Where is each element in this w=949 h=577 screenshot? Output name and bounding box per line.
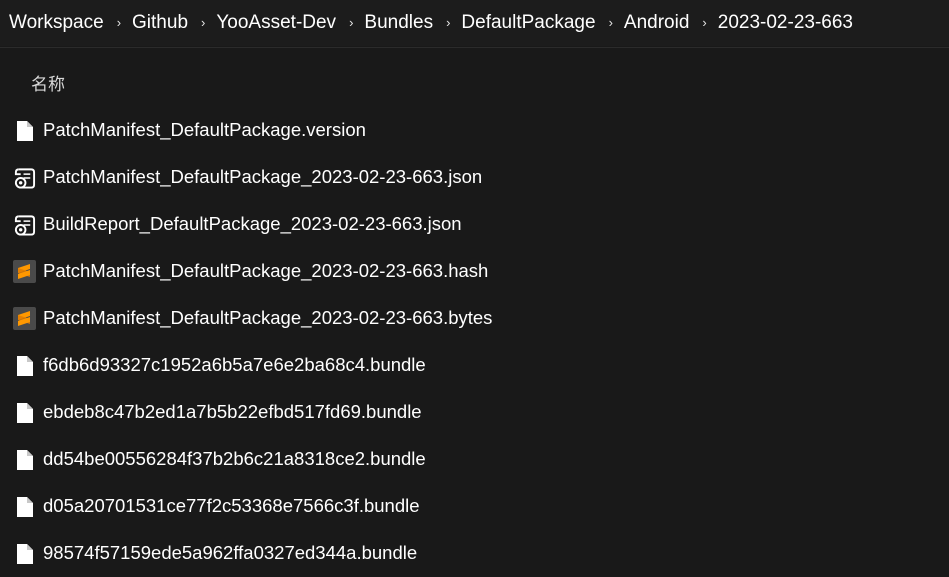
file-name: BuildReport_DefaultPackage_2023-02-23-66… — [43, 213, 462, 234]
file-name: PatchManifest_DefaultPackage_2023-02-23-… — [43, 166, 483, 187]
header-divider — [0, 47, 949, 48]
file-name: dd54be00556284f37b2b6c21a8318ce2.bundle — [43, 448, 426, 469]
column-header-name[interactable]: 名称 — [31, 70, 65, 95]
breadcrumb-bundles[interactable]: Bundles — [364, 12, 433, 34]
script-file-icon — [13, 166, 36, 189]
file-name: 98574f57159ede5a962ffa0327ed344a.bundle — [43, 542, 418, 563]
blank-file-icon — [13, 354, 36, 377]
file-name: d05a20701531ce77f2c53368e7566c3f.bundle — [43, 495, 420, 516]
blank-file-icon — [13, 119, 36, 142]
file-row[interactable]: PatchManifest_DefaultPackage_2023-02-23-… — [0, 248, 949, 295]
file-row[interactable]: BuildReport_DefaultPackage_2023-02-23-66… — [0, 201, 949, 248]
chevron-right-icon[interactable]: › — [117, 15, 121, 30]
breadcrumb-workspace[interactable]: Workspace — [9, 12, 104, 34]
chevron-right-icon[interactable]: › — [702, 15, 706, 30]
script-file-icon — [13, 213, 36, 236]
file-row[interactable]: PatchManifest_DefaultPackage_2023-02-23-… — [0, 295, 949, 342]
file-row[interactable]: d05a20701531ce77f2c53368e7566c3f.bundle — [0, 483, 949, 530]
file-list: PatchManifest_DefaultPackage.version Pat… — [0, 107, 949, 577]
breadcrumb-github[interactable]: Github — [132, 12, 188, 34]
file-row[interactable]: dd54be00556284f37b2b6c21a8318ce2.bundle — [0, 436, 949, 483]
blank-file-icon — [13, 448, 36, 471]
file-row[interactable]: PatchManifest_DefaultPackage_2023-02-23-… — [0, 154, 949, 201]
breadcrumb-defaultpackage[interactable]: DefaultPackage — [461, 12, 595, 34]
sublime-text-icon — [13, 260, 36, 283]
breadcrumb: Workspace › Github › YooAsset-Dev › Bund… — [0, 0, 949, 46]
chevron-right-icon[interactable]: › — [609, 15, 613, 30]
breadcrumb-current-folder[interactable]: 2023-02-23-663 — [718, 12, 853, 34]
sublime-text-icon — [13, 307, 36, 330]
breadcrumb-android[interactable]: Android — [624, 12, 690, 34]
file-name: ebdeb8c47b2ed1a7b5b22efbd517fd69.bundle — [43, 401, 422, 422]
file-name: PatchManifest_DefaultPackage_2023-02-23-… — [43, 307, 493, 328]
file-row[interactable]: ebdeb8c47b2ed1a7b5b22efbd517fd69.bundle — [0, 389, 949, 436]
file-row[interactable]: f6db6d93327c1952a6b5a7e6e2ba68c4.bundle — [0, 342, 949, 389]
blank-file-icon — [13, 495, 36, 518]
file-name: PatchManifest_DefaultPackage_2023-02-23-… — [43, 260, 489, 281]
chevron-right-icon[interactable]: › — [446, 15, 450, 30]
file-name: PatchManifest_DefaultPackage.version — [43, 119, 366, 140]
blank-file-icon — [13, 401, 36, 424]
file-name: f6db6d93327c1952a6b5a7e6e2ba68c4.bundle — [43, 354, 426, 375]
chevron-right-icon[interactable]: › — [201, 15, 205, 30]
chevron-right-icon[interactable]: › — [349, 15, 353, 30]
breadcrumb-yooasset-dev[interactable]: YooAsset-Dev — [216, 12, 336, 34]
file-row[interactable]: PatchManifest_DefaultPackage.version — [0, 107, 949, 154]
